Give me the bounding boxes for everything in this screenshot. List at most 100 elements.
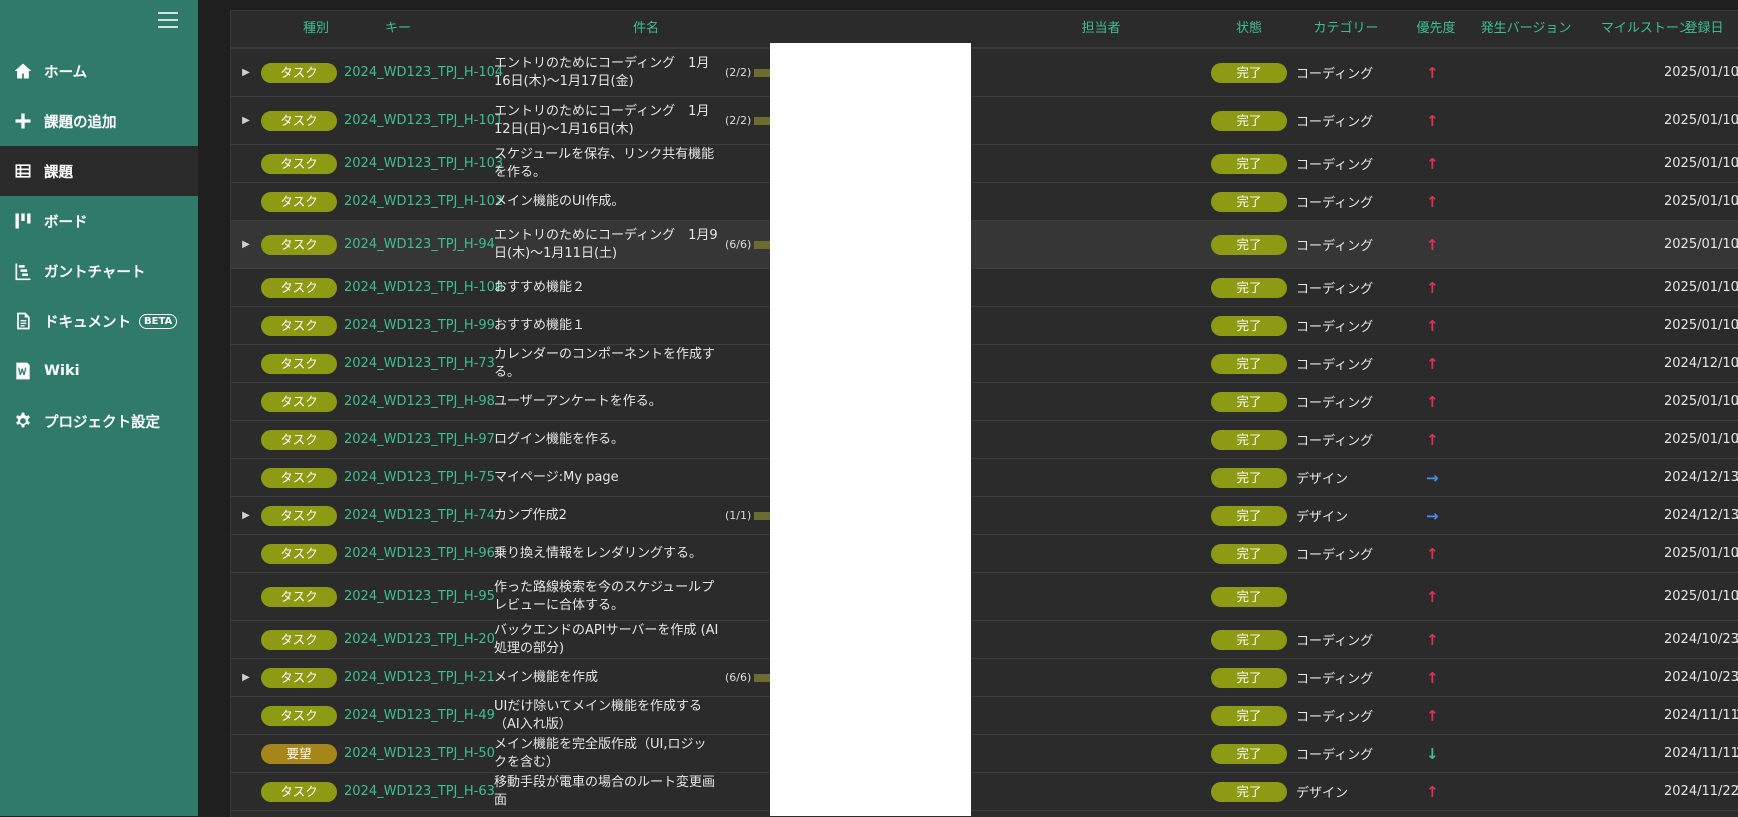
issue-subject[interactable]: マイページ:My page — [494, 469, 719, 487]
table-row[interactable]: タスク 2024_WD123_TPJ_H-95 作った路線検索を今のスケジュールプレ… — [231, 573, 1738, 621]
sidebar-item-wiki[interactable]: Wiki — [0, 346, 198, 396]
issue-key-link[interactable]: 2024_WD123_TPJ_H-74 — [344, 508, 495, 523]
issue-key-link[interactable]: 2024_WD123_TPJ_H-96 — [344, 546, 495, 561]
issue-key-link[interactable]: 2024_WD123_TPJ_H-95 — [344, 589, 495, 604]
sidebar-item-document[interactable]: ドキュメント BETA — [0, 296, 198, 346]
issue-key-link[interactable]: 2024_WD123_TPJ_H-94 — [344, 237, 495, 252]
issue-subject[interactable]: エントリのためにコーディング 1月16日(木)～1月17日(金) — [494, 55, 719, 91]
issue-subject[interactable]: メイン機能のUI作成。 — [494, 193, 719, 211]
key-cell: 2024_WD123_TPJ_H-99 — [344, 307, 495, 344]
issue-key-link[interactable]: 2024_WD123_TPJ_H-49 — [344, 708, 495, 723]
sidebar-item-home[interactable]: ホーム — [0, 46, 198, 96]
issue-key-link[interactable]: 2024_WD123_TPJ_H-50 — [344, 746, 495, 761]
issue-subject[interactable]: 作った路線検索を今のスケジュールプレビューに合体する。 — [494, 579, 719, 615]
table-row[interactable]: タスク 2024_WD123_TPJ_H-96 乗り換え情報をレンダリングする。 完了… — [231, 535, 1738, 573]
sidebar-item-plus[interactable]: 課題の追加 — [0, 96, 198, 146]
issue-key-link[interactable]: 2024_WD123_TPJ_H-100 — [344, 280, 503, 295]
col-subject[interactable]: 件名 — [531, 11, 761, 47]
issue-subject[interactable]: UIだけ除いてメイン機能を作成する（AI入れ版） — [494, 698, 719, 734]
issue-subject[interactable]: エントリのためにコーディング 1月9日(木)～1月11日(土) — [494, 227, 719, 263]
type-badge: タスク — [261, 234, 337, 255]
sidebar-item-gantt[interactable]: ガントチャート — [0, 246, 198, 296]
status-badge: 完了 — [1211, 429, 1287, 450]
col-assignee[interactable]: 担当者 — [1036, 11, 1166, 47]
table-row[interactable]: タスク 2024_WD123_TPJ_H-97 ログイン機能を作る。 完了 コーディング… — [231, 421, 1738, 459]
priority-cell: ↑ — [1426, 269, 1446, 306]
subject-cell: メイン機能のUI作成。 — [494, 183, 719, 220]
issue-key-link[interactable]: 2024_WD123_TPJ_H-63 — [344, 784, 495, 799]
col-priority[interactable]: 優先度 — [1401, 11, 1471, 47]
issue-key-link[interactable]: 2024_WD123_TPJ_H-73 — [344, 356, 495, 371]
status-cell: 完了 — [1211, 773, 1291, 810]
created-date: 2024/12/13 — [1664, 497, 1738, 534]
status-cell: 完了 — [1211, 307, 1291, 344]
issue-key-link[interactable]: 2024_WD123_TPJ_H-104 — [344, 65, 503, 80]
table-row[interactable]: ▶ タスク 2024_WD123_TPJ_H-101 エントリのためにコーディング 1… — [231, 97, 1738, 145]
expand-triangle-icon[interactable]: ▶ — [239, 66, 253, 80]
priority-cell: ↑ — [1426, 421, 1446, 458]
issue-key-link[interactable]: 2024_WD123_TPJ_H-102 — [344, 194, 503, 209]
table-row[interactable]: ▶ タスク 2024_WD123_TPJ_H-104 エントリのためにコーディング 1… — [231, 49, 1738, 97]
table-row[interactable]: タスク 2024_WD123_TPJ_H-63 移動手段が電車の場合のルート変更画面… — [231, 773, 1738, 811]
issue-subject[interactable]: ログイン機能を作る。 — [494, 431, 719, 449]
expand-triangle-icon[interactable]: ▶ — [239, 509, 253, 523]
table-row[interactable]: ▶ タスク 2024_WD123_TPJ_H-21 メイン機能を作成 (6/6) 完了 コー… — [231, 659, 1738, 697]
created-date-value: 2025/01/10 — [1664, 546, 1738, 561]
col-version[interactable]: 発生バージョン — [1471, 11, 1581, 47]
category-cell: コーディング — [1296, 535, 1406, 572]
priority-up-arrow-icon: ↑ — [1426, 706, 1439, 725]
sidebar-item-list[interactable]: 課題 — [0, 146, 198, 196]
issue-subject[interactable]: カンプ作成2 — [494, 507, 719, 525]
issue-subject[interactable]: カレンダーのコンポーネントを作成する。 — [494, 346, 719, 382]
table-row[interactable]: タスク 2024_WD123_TPJ_H-49 UIだけ除いてメイン機能を作成する（… — [231, 697, 1738, 735]
table-row[interactable]: 要望 2024_WD123_TPJ_H-50 メイン機能を完全版作成（UI,ロジック… — [231, 735, 1738, 773]
issue-key-link[interactable]: 2024_WD123_TPJ_H-75 — [344, 470, 495, 485]
issue-subject[interactable]: メイン機能を作成 — [494, 669, 719, 687]
table-row[interactable]: タスク 2024_WD123_TPJ_H-73 カレンダーのコンポーネントを作成する… — [231, 345, 1738, 383]
status-cell: 完了 — [1211, 183, 1291, 220]
issue-key-link[interactable]: 2024_WD123_TPJ_H-98 — [344, 394, 495, 409]
issue-subject[interactable]: 移動手段が電車の場合のルート変更画面 — [494, 774, 719, 810]
sidebar-item-label: 課題の追加 — [44, 114, 117, 131]
table-row[interactable]: タスク 2024_WD123_TPJ_H-75 マイページ:My page 完了 デザイ… — [231, 459, 1738, 497]
subject-cell: 移動手段が電車の場合のルート変更画面 — [494, 773, 719, 810]
issue-subject[interactable]: おすすめ機能１ — [494, 317, 719, 335]
sidebar-item-gear[interactable]: プロジェクト設定 — [0, 396, 198, 446]
priority-down-arrow-icon: ↓ — [1426, 744, 1439, 763]
created-date: 2025/01/10 — [1664, 307, 1738, 344]
table-row[interactable]: タスク2024_WD123_TPJ_H-71 ロゴ案探し 完了デザイン → 2024/1… — [231, 811, 1738, 817]
issue-subject[interactable]: おすすめ機能２ — [494, 279, 719, 297]
table-row[interactable]: タスク 2024_WD123_TPJ_H-98 ユーザーアンケートを作る。 完了 コーデ… — [231, 383, 1738, 421]
issue-subject[interactable]: ユーザーアンケートを作る。 — [494, 393, 719, 411]
table-row[interactable]: タスク 2024_WD123_TPJ_H-103 スケジュールを保存、リンク共有機能… — [231, 145, 1738, 183]
issue-key-link[interactable]: 2024_WD123_TPJ_H-21 — [344, 670, 495, 685]
col-category[interactable]: カテゴリー — [1291, 11, 1401, 47]
issue-key-link[interactable]: 2024_WD123_TPJ_H-97 — [344, 432, 495, 447]
category-cell: コーディング — [1296, 183, 1406, 220]
table-row[interactable]: タスク 2024_WD123_TPJ_H-102 メイン機能のUI作成。 完了 コーディ… — [231, 183, 1738, 221]
expand-triangle-icon[interactable]: ▶ — [239, 238, 253, 252]
issue-key-link[interactable]: 2024_WD123_TPJ_H-103 — [344, 156, 503, 171]
table-row[interactable]: タスク 2024_WD123_TPJ_H-20 バックエンドのAPIサーバーを作成 … — [231, 621, 1738, 659]
expand-triangle-icon[interactable]: ▶ — [239, 671, 253, 685]
issue-subject[interactable]: メイン機能を完全版作成（UI,ロジックを含む） — [494, 736, 719, 772]
issue-subject[interactable]: エントリのためにコーディング 1月12日(日)～1月16日(木) — [494, 103, 719, 139]
sidebar-item-board[interactable]: ボード — [0, 196, 198, 246]
col-type[interactable]: 種別 — [271, 11, 361, 47]
col-status[interactable]: 状態 — [1211, 11, 1287, 47]
table-row[interactable]: ▶ タスク 2024_WD123_TPJ_H-94 エントリのためにコーディング 1月… — [231, 221, 1738, 269]
issue-subject[interactable]: 乗り換え情報をレンダリングする。 — [494, 545, 719, 563]
menu-toggle-icon[interactable] — [158, 12, 178, 32]
issue-key-link[interactable]: 2024_WD123_TPJ_H-20 — [344, 632, 495, 647]
col-key[interactable]: キー — [361, 11, 435, 47]
table-row[interactable]: タスク 2024_WD123_TPJ_H-99 おすすめ機能１ 完了 コーディング ↑ 20… — [231, 307, 1738, 345]
issue-subject[interactable]: バックエンドのAPIサーバーを作成 (AI処理の部分) — [494, 622, 719, 658]
expand-triangle-icon[interactable]: ▶ — [239, 114, 253, 128]
col-created[interactable]: 登録日 — [1664, 11, 1738, 47]
table-row[interactable]: タスク 2024_WD123_TPJ_H-100 おすすめ機能２ 完了 コーディング ↑ 2… — [231, 269, 1738, 307]
table-row[interactable]: ▶ タスク 2024_WD123_TPJ_H-74 カンプ作成2 (1/1) 完了 デザイン… — [231, 497, 1738, 535]
issue-subject[interactable]: スケジュールを保存、リンク共有機能を作る。 — [494, 146, 719, 182]
created-date-value: 2025/01/10 — [1664, 394, 1738, 409]
issue-key-link[interactable]: 2024_WD123_TPJ_H-101 — [344, 113, 503, 128]
issue-key-link[interactable]: 2024_WD123_TPJ_H-99 — [344, 318, 495, 333]
